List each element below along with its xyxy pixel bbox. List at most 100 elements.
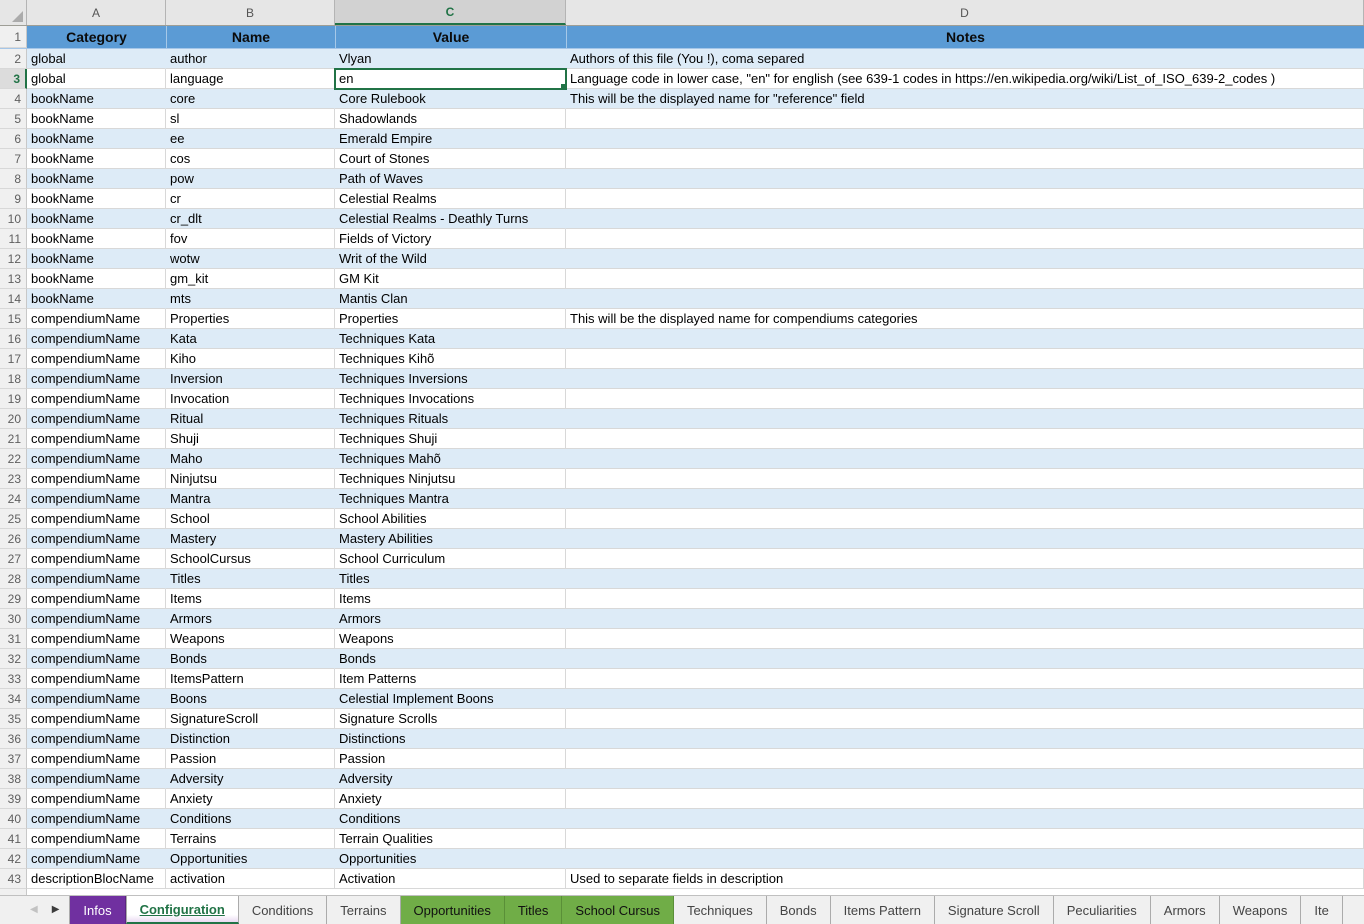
cell-D11[interactable]	[566, 229, 1364, 249]
row-header-4[interactable]: 4	[0, 89, 27, 109]
cell-A34[interactable]: compendiumName	[27, 689, 166, 709]
cell-B17[interactable]: Kiho	[166, 349, 335, 369]
row-header-25[interactable]: 25	[0, 509, 27, 529]
cell-C28[interactable]: Titles	[335, 569, 566, 589]
row-header-26[interactable]: 26	[0, 529, 27, 549]
cell-C7[interactable]: Court of Stones	[335, 149, 566, 169]
row-header-12[interactable]: 12	[0, 249, 27, 269]
cell-C29[interactable]: Items	[335, 589, 566, 609]
row-header-36[interactable]: 36	[0, 729, 27, 749]
cell-D28[interactable]	[566, 569, 1364, 589]
cell-D41[interactable]	[566, 829, 1364, 849]
cell-D29[interactable]	[566, 589, 1364, 609]
cell-B28[interactable]: Titles	[166, 569, 335, 589]
cell-D39[interactable]	[566, 789, 1364, 809]
column-header-C[interactable]: C	[335, 0, 566, 25]
cell-A27[interactable]: compendiumName	[27, 549, 166, 569]
cell-B29[interactable]: Items	[166, 589, 335, 609]
cell-B2[interactable]: author	[166, 49, 335, 69]
cell-A24[interactable]: compendiumName	[27, 489, 166, 509]
cell-C25[interactable]: School Abilities	[335, 509, 566, 529]
header-cell-name[interactable]: Name	[166, 26, 335, 48]
row-header-8[interactable]: 8	[0, 169, 27, 189]
cell-B15[interactable]: Properties	[166, 309, 335, 329]
sheet-tab-ite[interactable]: Ite	[1301, 896, 1342, 924]
cell-A12[interactable]: bookName	[27, 249, 166, 269]
sheet-tab-peculiarities[interactable]: Peculiarities	[1054, 896, 1151, 924]
row-header-43[interactable]: 43	[0, 869, 27, 889]
cell-C11[interactable]: Fields of Victory	[335, 229, 566, 249]
next-sheet-arrow-icon[interactable]: ▶	[52, 905, 60, 915]
cell-C39[interactable]: Anxiety	[335, 789, 566, 809]
cell-A5[interactable]: bookName	[27, 109, 166, 129]
cell-D13[interactable]	[566, 269, 1364, 289]
column-header-B[interactable]: B	[166, 0, 335, 25]
cell-B4[interactable]: core	[166, 89, 335, 109]
cell-A25[interactable]: compendiumName	[27, 509, 166, 529]
cell-D3[interactable]: Language code in lower case, "en" for en…	[566, 69, 1364, 89]
cell-D42[interactable]	[566, 849, 1364, 869]
cell-C40[interactable]: Conditions	[335, 809, 566, 829]
cell-A15[interactable]: compendiumName	[27, 309, 166, 329]
cell-D43[interactable]: Used to separate fields in description	[566, 869, 1364, 889]
cell-C10[interactable]: Celestial Realms - Deathly Turns	[335, 209, 566, 229]
cell-B43[interactable]: activation	[166, 869, 335, 889]
row-header-7[interactable]: 7	[0, 149, 27, 169]
cell-A4[interactable]: bookName	[27, 89, 166, 109]
cell-A18[interactable]: compendiumName	[27, 369, 166, 389]
cell-B22[interactable]: Maho	[166, 449, 335, 469]
row-header-40[interactable]: 40	[0, 809, 27, 829]
cell-A10[interactable]: bookName	[27, 209, 166, 229]
cell-B14[interactable]: mts	[166, 289, 335, 309]
cell-C31[interactable]: Weapons	[335, 629, 566, 649]
cell-B27[interactable]: SchoolCursus	[166, 549, 335, 569]
cell-D21[interactable]	[566, 429, 1364, 449]
cell-C24[interactable]: Techniques Mantra	[335, 489, 566, 509]
sheet-tab-signature-scroll[interactable]: Signature Scroll	[935, 896, 1054, 924]
cell-D22[interactable]	[566, 449, 1364, 469]
cell-C36[interactable]: Distinctions	[335, 729, 566, 749]
header-cell-value[interactable]: Value	[335, 26, 566, 48]
cell-B6[interactable]: ee	[166, 129, 335, 149]
cell-C18[interactable]: Techniques Inversions	[335, 369, 566, 389]
cell-A38[interactable]: compendiumName	[27, 769, 166, 789]
row-header-41[interactable]: 41	[0, 829, 27, 849]
row-header-1[interactable]: 1	[0, 26, 27, 48]
row-header-20[interactable]: 20	[0, 409, 27, 429]
cell-C13[interactable]: GM Kit	[335, 269, 566, 289]
cell-A42[interactable]: compendiumName	[27, 849, 166, 869]
cell-B12[interactable]: wotw	[166, 249, 335, 269]
header-cell-category[interactable]: Category	[27, 26, 166, 48]
cell-B19[interactable]: Invocation	[166, 389, 335, 409]
sheet-tab-infos[interactable]: Infos	[70, 896, 125, 924]
cell-B24[interactable]: Mantra	[166, 489, 335, 509]
cell-C43[interactable]: Activation	[335, 869, 566, 889]
row-header-17[interactable]: 17	[0, 349, 27, 369]
prev-sheet-arrow-icon[interactable]: ◀	[30, 905, 38, 915]
cell-D40[interactable]	[566, 809, 1364, 829]
sheet-tab-items-pattern[interactable]: Items Pattern	[831, 896, 935, 924]
cell-D35[interactable]	[566, 709, 1364, 729]
cell-B16[interactable]: Kata	[166, 329, 335, 349]
cell-A28[interactable]: compendiumName	[27, 569, 166, 589]
row-header-6[interactable]: 6	[0, 129, 27, 149]
row-header-24[interactable]: 24	[0, 489, 27, 509]
cell-B23[interactable]: Ninjutsu	[166, 469, 335, 489]
cell-A2[interactable]: global	[27, 49, 166, 69]
row-header-34[interactable]: 34	[0, 689, 27, 709]
cell-B42[interactable]: Opportunities	[166, 849, 335, 869]
cell-C23[interactable]: Techniques Ninjutsu	[335, 469, 566, 489]
cell-D17[interactable]	[566, 349, 1364, 369]
row-header-31[interactable]: 31	[0, 629, 27, 649]
sheet-tab-conditions[interactable]: Conditions	[239, 896, 327, 924]
cell-D32[interactable]	[566, 649, 1364, 669]
cell-B36[interactable]: Distinction	[166, 729, 335, 749]
row-header-37[interactable]: 37	[0, 749, 27, 769]
cell-B40[interactable]: Conditions	[166, 809, 335, 829]
cell-C16[interactable]: Techniques Kata	[335, 329, 566, 349]
cell-C22[interactable]: Techniques Mahõ	[335, 449, 566, 469]
cell-D5[interactable]	[566, 109, 1364, 129]
cell-C38[interactable]: Adversity	[335, 769, 566, 789]
cell-C42[interactable]: Opportunities	[335, 849, 566, 869]
column-header-D[interactable]: D	[566, 0, 1364, 25]
